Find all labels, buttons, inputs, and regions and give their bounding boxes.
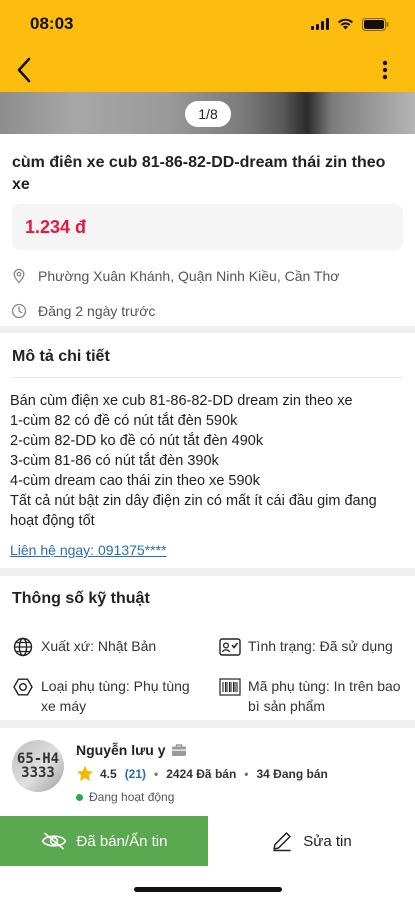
edit-listing-button[interactable]: Sửa tin — [208, 816, 415, 866]
posted-time: Đăng 2 ngày trước — [38, 303, 156, 319]
home-indicator-area — [0, 866, 415, 900]
condition-icon — [219, 636, 241, 658]
price-box: 1.234 đ — [12, 204, 403, 250]
description-line: 4-cùm dream cao thái zin theo xe 590k — [10, 473, 260, 489]
description-line: Tất cả nút bật zin dây điện zin có mất í… — [10, 493, 377, 529]
home-indicator[interactable] — [134, 887, 282, 892]
status-bar: 08:03 — [0, 0, 415, 48]
location-pin-icon — [11, 268, 27, 284]
spec-condition-label: Tình trạng: Đã sử dụng — [248, 638, 393, 654]
divider — [12, 377, 403, 378]
seller-name: Nguyễn lưu y — [76, 742, 166, 758]
specs-heading: Thông số kỹ thuật — [12, 590, 150, 607]
wifi-icon — [338, 18, 353, 30]
seller-card[interactable]: 65-H4 3333 Nguyễn lưu y 4.5 (21) • 2424 … — [0, 728, 415, 816]
listing-title: cùm điên xe cub 81-86-82-DD-dream thái z… — [12, 154, 386, 193]
seller-sold-count: 2424 Đã bán — [166, 766, 237, 781]
online-status-dot — [76, 793, 83, 801]
description-line: Bán cùm điện xe cub 81-86-82-DD dream zi… — [10, 393, 353, 409]
bottom-action-bar: Đã bán/Ẩn tin Sửa tin — [0, 816, 415, 866]
signal-icon — [311, 18, 329, 30]
seller-avatar[interactable]: 65-H4 3333 — [12, 740, 64, 792]
seller-status-text: Đang hoạt động — [89, 790, 175, 804]
status-time: 08:03 — [30, 14, 74, 33]
more-vertical-icon — [382, 60, 388, 80]
avatar-plate-text: 65-H4 3333 — [16, 751, 60, 781]
description-text: Bán cùm điện xe cub 81-86-82-DD dream zi… — [10, 391, 406, 531]
sold-hide-button[interactable]: Đã bán/Ẩn tin — [0, 816, 208, 866]
listing-summary-card: cùm điên xe cub 81-86-82-DD-dream thái z… — [0, 134, 415, 326]
listing-location: Phường Xuân Khánh, Quận Ninh Kiều, Cần T… — [38, 268, 340, 284]
seller-rating-count[interactable]: (21) — [125, 767, 146, 781]
pencil-icon — [273, 832, 292, 852]
seller-stats: 4.5 (21) • 2424 Đã bán • 34 Đang bán — [76, 765, 328, 782]
description-card: Mô tả chi tiết Bán cùm điện xe cub 81-86… — [0, 333, 415, 568]
spec-part-type-label: Loại phụ tùng: Phụ tùng xe máy — [41, 678, 190, 714]
back-arrow-icon — [17, 57, 31, 83]
separator-dot: • — [244, 766, 249, 781]
photo-counter: 1/8 — [185, 101, 231, 127]
nut-icon — [12, 676, 34, 698]
battery-icon — [362, 17, 389, 31]
listing-price: 1.234 đ — [25, 217, 87, 237]
spec-origin-label: Xuất xứ: Nhật Bản — [41, 638, 157, 654]
contact-phone-link[interactable]: Liên hệ ngay: 091375**** — [10, 542, 166, 558]
app-bar — [0, 48, 415, 92]
description-line: 3-cùm 81-86 có nút tắt đèn 390k — [10, 453, 219, 469]
specs-card: Thông số kỹ thuật Xuất xứ: Nhật Bản Tình… — [0, 576, 415, 720]
back-button[interactable] — [8, 54, 40, 86]
seller-selling-count: 34 Đang bán — [256, 766, 328, 781]
globe-icon — [12, 636, 34, 658]
posted-row: Đăng 2 ngày trước — [11, 303, 155, 319]
seller-rating: 4.5 — [100, 766, 117, 781]
star-icon — [77, 765, 93, 781]
barcode-icon — [219, 676, 241, 698]
eye-slash-icon — [41, 832, 66, 850]
location-row: Phường Xuân Khánh, Quận Ninh Kiều, Cần T… — [11, 268, 339, 284]
seller-status: Đang hoạt động — [76, 790, 174, 804]
sold-hide-label: Đã bán/Ẩn tin — [76, 832, 168, 850]
spec-part-code: Mã phụ tùng: In trên bao bì sản phẩm — [219, 676, 409, 716]
description-heading: Mô tả chi tiết — [12, 348, 110, 365]
spec-condition: Tình trạng: Đã sử dụng — [219, 636, 409, 658]
spec-part-type: Loại phụ tùng: Phụ tùng xe máy — [12, 676, 202, 716]
clock-icon — [11, 303, 27, 319]
spec-part-code-label: Mã phụ tùng: In trên bao bì sản phẩm — [248, 678, 401, 714]
spec-origin: Xuất xứ: Nhật Bản — [12, 636, 202, 658]
edit-listing-label: Sửa tin — [303, 832, 352, 850]
listing-photo[interactable]: 1/8 — [0, 92, 415, 134]
seller-name-row: Nguyễn lưu y — [76, 742, 187, 758]
more-options-button[interactable] — [373, 54, 397, 86]
description-line: 2-cùm 82-DD ko đề có nút tắt đèn 490k — [10, 433, 264, 449]
separator-dot: • — [154, 766, 159, 781]
status-icons — [311, 17, 389, 31]
shop-badge-icon — [172, 744, 187, 756]
description-line: 1-cùm 82 có đề có nút tắt đèn 590k — [10, 413, 238, 429]
